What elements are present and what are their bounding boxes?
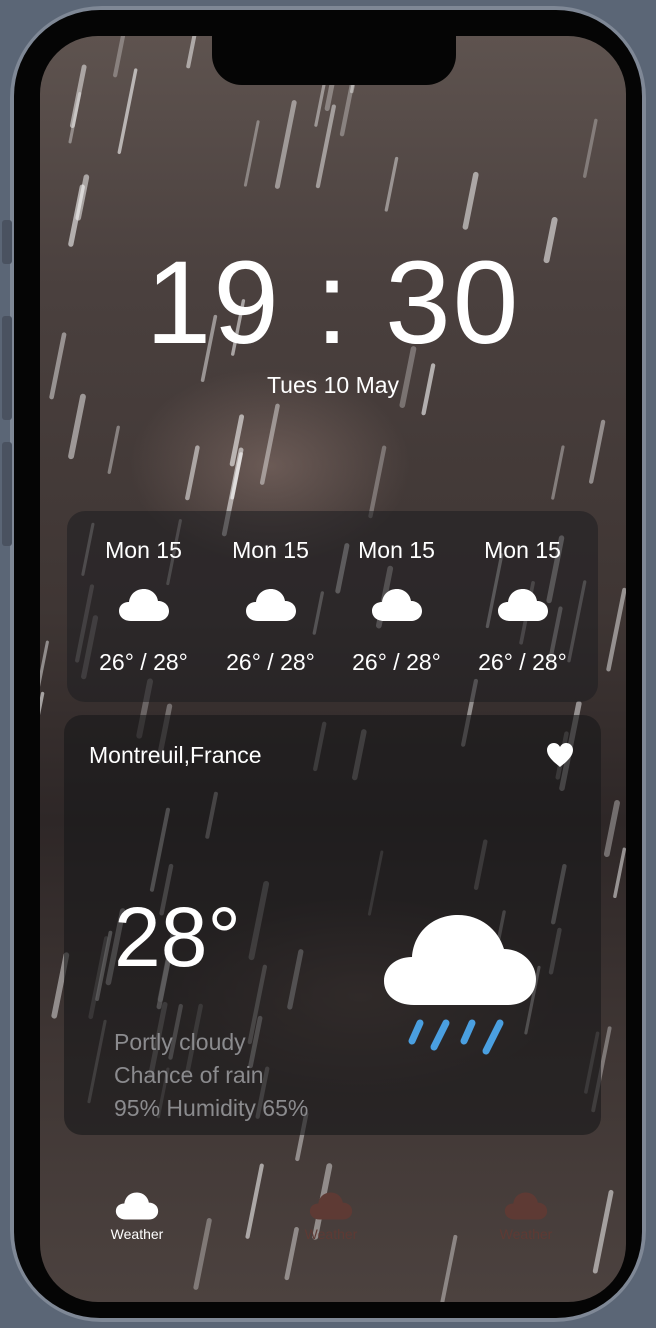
raindrop-streak — [603, 800, 620, 858]
volume-down-button — [2, 442, 12, 546]
raindrop-streak — [606, 587, 626, 672]
raindrop-streak — [107, 425, 120, 474]
forecast-temp: 26° / 28° — [478, 649, 567, 675]
tab-label: Weather — [499, 1226, 553, 1242]
raindrop-streak — [589, 419, 606, 484]
clock-date: Tues 10 May — [266, 372, 400, 398]
heart-icon[interactable] — [546, 741, 574, 769]
tab-weather-2[interactable]: Weather — [271, 1176, 391, 1242]
raindrop-streak — [185, 445, 200, 501]
rain-chance-text: Chance of rain — [114, 1062, 264, 1088]
cloud-icon — [498, 589, 548, 621]
raindrop-streak — [113, 36, 126, 78]
cloud-icon — [246, 589, 296, 621]
raindrop-streak — [582, 118, 598, 178]
raindrop-streak — [117, 68, 138, 155]
location-label: Montreuil,France — [89, 742, 262, 768]
tab-label: Weather — [110, 1226, 164, 1242]
forecast-date: Mon 15 — [484, 537, 561, 563]
volume-up-button — [2, 316, 12, 420]
cloud-icon — [115, 1192, 159, 1220]
clock-time: 19 : 30 — [145, 237, 521, 369]
raindrop-streak — [551, 445, 565, 500]
tab-bar: Weather Weather Weather — [40, 1176, 626, 1256]
forecast-date: Mon 15 — [232, 537, 309, 563]
cloud-icon — [119, 589, 169, 621]
tab-weather-1[interactable]: Weather — [77, 1176, 197, 1242]
forecast-card: Mon 15 26° / 28° Mon 15 26° / 28° Mon 15… — [67, 511, 598, 702]
raindrop-streak — [68, 393, 86, 460]
raindrop-streak — [186, 36, 197, 69]
raindrop-streak — [384, 156, 399, 212]
current-weather-card: Montreuil,France 28° Portly cloudy Chanc… — [64, 715, 601, 1135]
raindrop-streak — [618, 36, 626, 68]
raindrop-streak — [259, 403, 280, 485]
raindrop-streak — [315, 104, 336, 189]
tab-weather-3[interactable]: Weather — [466, 1176, 586, 1242]
raindrop-streak — [243, 120, 260, 187]
current-temperature: 28° — [114, 890, 242, 984]
forecast-temp: 26° / 28° — [99, 649, 188, 675]
raindrop-streak — [368, 445, 387, 519]
raindrop-streak — [462, 171, 479, 230]
forecast-temp: 26° / 28° — [352, 649, 441, 675]
forecast-date: Mon 15 — [105, 537, 182, 563]
cloud-icon — [504, 1192, 548, 1220]
forecast-date: Mon 15 — [358, 537, 435, 563]
raindrop-streak — [75, 174, 90, 221]
rain-cloud-icon — [384, 915, 536, 1055]
raindrop-streak — [40, 691, 45, 716]
tab-label: Weather — [304, 1226, 358, 1242]
raindrop-streak — [613, 847, 626, 899]
forecast-temp: 26° / 28° — [226, 649, 315, 675]
camera-notch — [212, 36, 456, 85]
raindrop-streak — [274, 100, 297, 189]
cloud-icon — [309, 1192, 353, 1220]
cloud-icon — [372, 589, 422, 621]
mute-switch — [2, 220, 12, 264]
condition-text: Portly cloudy — [114, 1029, 246, 1055]
humidity-text: 95% Humidity 65% — [114, 1095, 309, 1121]
app-screen: 19 : 30 Tues 10 May Mon 15 26° / 28° Mon… — [40, 36, 626, 1302]
